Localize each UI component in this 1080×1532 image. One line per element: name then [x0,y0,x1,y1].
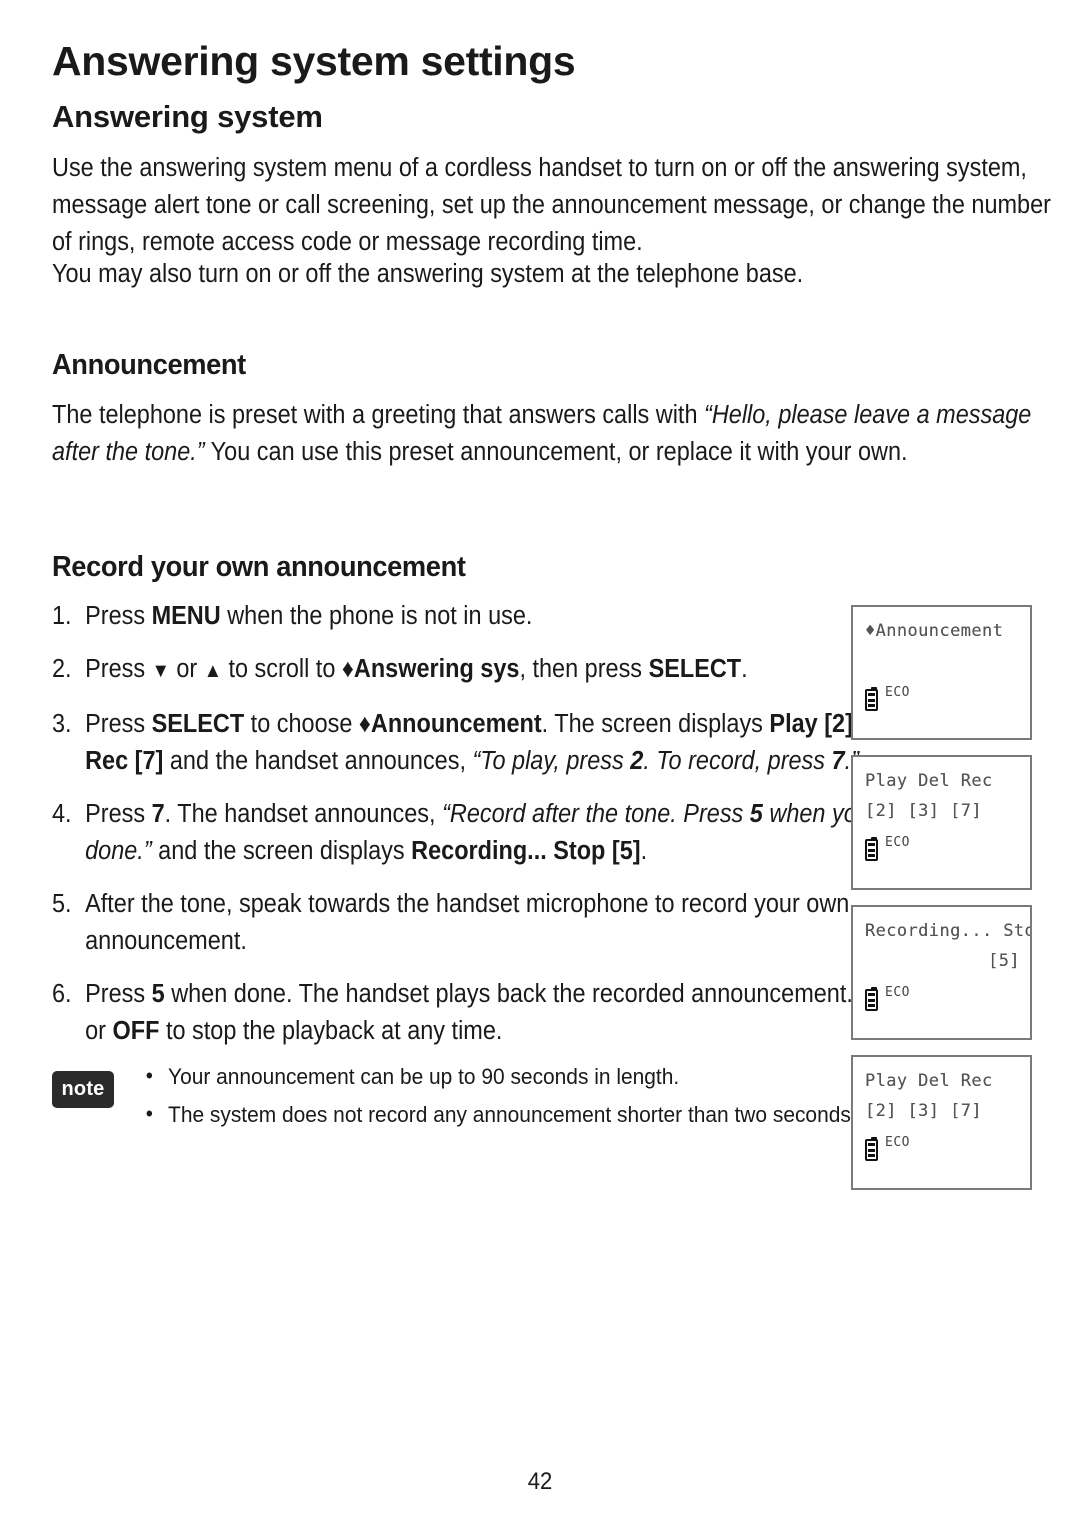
step-number: 2. [52,655,72,683]
step-item: 4. Press 7. The handset announces, “Reco… [52,796,964,870]
lcd-screen-play-del-rec: Play Del Rec [2] [3] [7] ECO [851,755,1032,890]
lcd-line-1: Play Del Rec [865,1071,993,1091]
battery-icon [865,837,878,861]
step-text: Press SELECT to choose ♦Announcement. Th… [85,710,931,775]
section-heading-record-announcement: Record your own announcement [52,551,466,583]
steps-list: 1. Press MENU when the phone is not in u… [52,598,939,1050]
lcd-screen-announcement: ♦Announcement ECO [851,605,1032,740]
step-text: Press ▼ or ▲ to scroll to ♦Answering sys… [85,655,748,683]
eco-label: ECO [885,985,910,1000]
manual-page: Answering system settings Answering syst… [0,0,1080,1532]
step-number: 4. [52,800,72,828]
lcd-screen-play-del-rec-after: Play Del Rec [2] [3] [7] ECO [851,1055,1032,1190]
page-number: 42 [527,1468,553,1495]
step-number: 6. [52,980,72,1008]
note-list: Your announcement can be up to 90 second… [142,1059,922,1136]
step-text: Press 7. The handset announces, “Record … [85,800,911,865]
step-item: 3. Press SELECT to choose ♦Announcement.… [52,706,964,780]
lcd-line-1: Play Del Rec [865,771,993,791]
step-text: Press 5 when done. The handset plays bac… [85,980,939,1045]
eco-label: ECO [885,1135,910,1150]
announcement-text-after: You can use this preset announcement, or… [204,438,908,466]
page-title: Answering system settings [52,38,576,84]
lcd-line-1: ♦Announcement [865,621,1004,641]
note-list-item: The system does not record any announcem… [142,1097,931,1131]
step-item: 1. Press MENU when the phone is not in u… [52,598,964,635]
lcd-line-2: [5] [988,951,1020,971]
eco-label: ECO [885,835,910,850]
step-item: 5. After the tone, speak towards the han… [52,886,964,960]
step-text: Press MENU when the phone is not in use. [85,602,533,630]
step-number: 5. [52,890,72,918]
step-item: 6. Press 5 when done. The handset plays … [52,976,964,1050]
lcd-line-2: [2] [3] [7] [865,801,982,821]
battery-icon [865,987,878,1011]
intro-paragraph-1: Use the answering system menu of a cordl… [52,154,1051,256]
section-heading-answering-system: Answering system [52,99,323,134]
step-number: 3. [52,710,72,738]
note-list-item: Your announcement can be up to 90 second… [142,1059,931,1093]
intro-paragraph-2: You may also turn on or off the answerin… [52,260,804,288]
announcement-text-before: The telephone is preset with a greeting … [52,401,705,429]
section-heading-announcement: Announcement [52,349,246,381]
step-text: After the tone, speak towards the handse… [85,890,850,955]
battery-icon [865,687,878,711]
eco-label: ECO [885,685,910,700]
step-item: 2. Press ▼ or ▲ to scroll to ♦Answering … [52,651,964,690]
lcd-line-2: [2] [3] [7] [865,1101,982,1121]
announcement-paragraph: The telephone is preset with a greeting … [52,397,1059,471]
lcd-screen-recording: Recording... Stop [5] ECO [851,905,1032,1040]
battery-icon [865,1137,878,1161]
lcd-line-1: Recording... Stop [865,921,1032,941]
step-number: 1. [52,602,72,630]
note-badge: note [52,1071,114,1108]
